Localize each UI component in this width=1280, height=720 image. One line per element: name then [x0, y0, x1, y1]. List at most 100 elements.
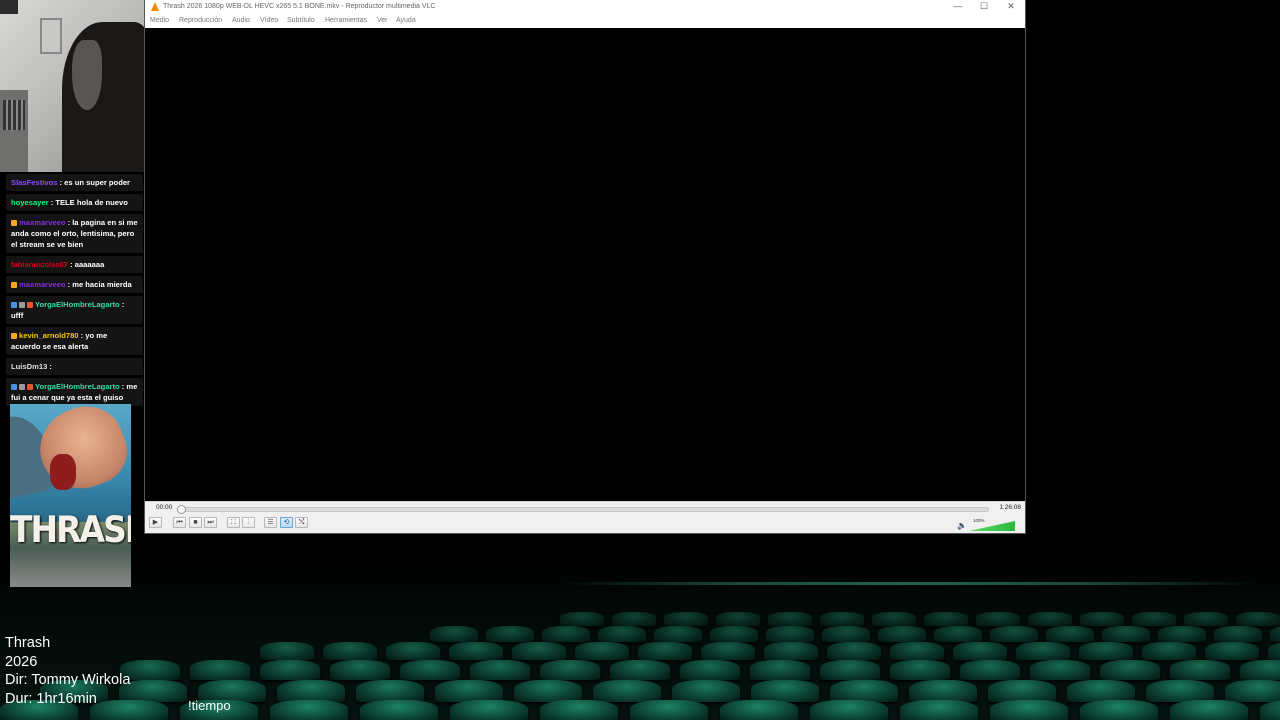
- theater-seat: [540, 660, 600, 680]
- theater-seat: [1240, 660, 1280, 680]
- chat-username[interactable]: fabiannicolas07: [11, 260, 68, 269]
- movie-title: Thrash: [5, 635, 51, 651]
- theater-seat: [827, 642, 881, 660]
- theater-seat: [1268, 642, 1280, 660]
- chat-badge-icon: [27, 384, 33, 390]
- close-button[interactable]: ✕: [998, 0, 1024, 14]
- extended-settings-button[interactable]: ⫶: [242, 517, 255, 528]
- menu-ver[interactable]: Ver: [377, 14, 388, 28]
- theater-seat: [1170, 660, 1230, 680]
- shelf-books: [3, 100, 25, 130]
- theater-seat: [1100, 660, 1160, 680]
- theater-seat: [638, 642, 692, 660]
- theater-seat: [924, 612, 968, 626]
- streamer-face: [72, 40, 102, 110]
- theater-seat: [360, 700, 438, 720]
- chat-username[interactable]: LuisDm13: [11, 362, 47, 371]
- poster-title: THRASH: [10, 508, 131, 551]
- webcam-corner: [0, 0, 18, 14]
- theater-seat: [751, 680, 819, 702]
- theater-seat: [1158, 626, 1206, 642]
- video-area[interactable]: [145, 28, 1025, 501]
- theater-seat: [710, 626, 758, 642]
- theater-seat: [750, 660, 810, 680]
- theater-seat: [1270, 626, 1280, 642]
- chat-username[interactable]: maxmarveeo: [19, 218, 65, 227]
- theater-seat: [701, 642, 755, 660]
- theater-seat: [890, 660, 950, 680]
- theater-seat: [542, 626, 590, 642]
- title-bar[interactable]: Thrash 2026 1080p WEB-DL HEVC x265 5.1 B…: [145, 0, 1025, 14]
- chat-panel: SlasFestivos : es un super poder hoyesaye…: [6, 174, 143, 409]
- play-button[interactable]: ▶: [149, 517, 162, 528]
- movie-year: 2026: [5, 653, 38, 670]
- minimize-button[interactable]: —: [945, 0, 971, 14]
- stop-button[interactable]: ■: [189, 517, 202, 528]
- cinema-screen-edge: [560, 582, 1260, 585]
- chat-message: hoyesayer : TELE hola de nuevo: [6, 194, 143, 211]
- chat-username[interactable]: YorgaElHombreLagarto: [35, 300, 120, 309]
- theater-seat: [960, 660, 1020, 680]
- theater-seat: [654, 626, 702, 642]
- menu-subtitulo[interactable]: Subtítulo: [287, 14, 315, 28]
- theater-seat: [277, 680, 345, 702]
- theater-seat: [990, 626, 1038, 642]
- menu-bar: Medio Reproducción Audio Vídeo Subtítulo…: [145, 14, 1025, 28]
- vlc-cone-icon: [151, 2, 159, 11]
- chat-username[interactable]: SlasFestivos: [11, 178, 57, 187]
- wall-frame: [40, 18, 62, 54]
- chat-username[interactable]: YorgaElHombreLagarto: [35, 382, 120, 391]
- theater-seat: [1142, 642, 1196, 660]
- chat-text: : me hacia mierda: [65, 280, 132, 289]
- menu-video[interactable]: Vídeo: [260, 14, 278, 28]
- chat-username[interactable]: kevin_arnold780: [19, 331, 79, 340]
- speaker-icon[interactable]: 🔈: [957, 522, 967, 530]
- fullscreen-button[interactable]: ⛶: [227, 517, 240, 528]
- theater-seat: [810, 700, 888, 720]
- seek-handle[interactable]: [177, 505, 186, 514]
- theater-seat: [540, 700, 618, 720]
- poster-mouth: [50, 454, 76, 490]
- theater-seat: [820, 660, 880, 680]
- theater-seat: [820, 612, 864, 626]
- theater-seat: [1170, 700, 1248, 720]
- previous-button[interactable]: ⏮: [173, 517, 186, 528]
- next-button[interactable]: ⏭: [204, 517, 217, 528]
- chat-command: !tiempo: [188, 698, 231, 713]
- movie-duration: Dur: 1hr16min: [5, 690, 97, 707]
- theater-seat: [486, 626, 534, 642]
- theater-seat: [400, 660, 460, 680]
- webcam-feed: [0, 0, 145, 172]
- playlist-button[interactable]: ☰: [264, 517, 277, 528]
- menu-ayuda[interactable]: Ayuda: [396, 14, 416, 28]
- theater-seat: [1028, 612, 1072, 626]
- theater-seat: [630, 700, 708, 720]
- seek-bar[interactable]: [177, 505, 989, 514]
- chat-username[interactable]: hoyesayer: [11, 198, 49, 207]
- chat-badge-icon: [11, 302, 17, 308]
- theater-seat: [1102, 626, 1150, 642]
- theater-seat: [330, 660, 390, 680]
- theater-seat: [449, 642, 503, 660]
- maximize-button[interactable]: ☐: [971, 0, 997, 14]
- theater-seat: [822, 626, 870, 642]
- chat-text: : es un super poder: [57, 178, 131, 187]
- menu-herramientas[interactable]: Herramientas: [325, 14, 367, 28]
- theater-seat: [1236, 612, 1280, 626]
- theater-seat: [575, 642, 629, 660]
- volume-label: 100%: [973, 518, 985, 523]
- menu-audio[interactable]: Audio: [232, 14, 250, 28]
- theater-seat: [664, 612, 708, 626]
- menu-reproduccion[interactable]: Reproducción: [179, 14, 222, 28]
- movie-poster: THRASH: [10, 404, 131, 587]
- chat-message: YorgaElHombreLagarto : ufff: [6, 296, 143, 324]
- theater-seat: [260, 642, 314, 660]
- random-button[interactable]: ⤭: [295, 517, 308, 528]
- menu-medio[interactable]: Medio: [150, 14, 169, 28]
- chat-message: maxmarveeo : me hacia mierda: [6, 276, 143, 293]
- movie-director: Dir: Tommy Wirkola: [5, 672, 131, 688]
- loop-button[interactable]: ⟲: [280, 517, 293, 528]
- chat-username[interactable]: maxmarveeo: [19, 280, 65, 289]
- theater-seat: [872, 612, 916, 626]
- chat-badge-icon: [11, 220, 17, 226]
